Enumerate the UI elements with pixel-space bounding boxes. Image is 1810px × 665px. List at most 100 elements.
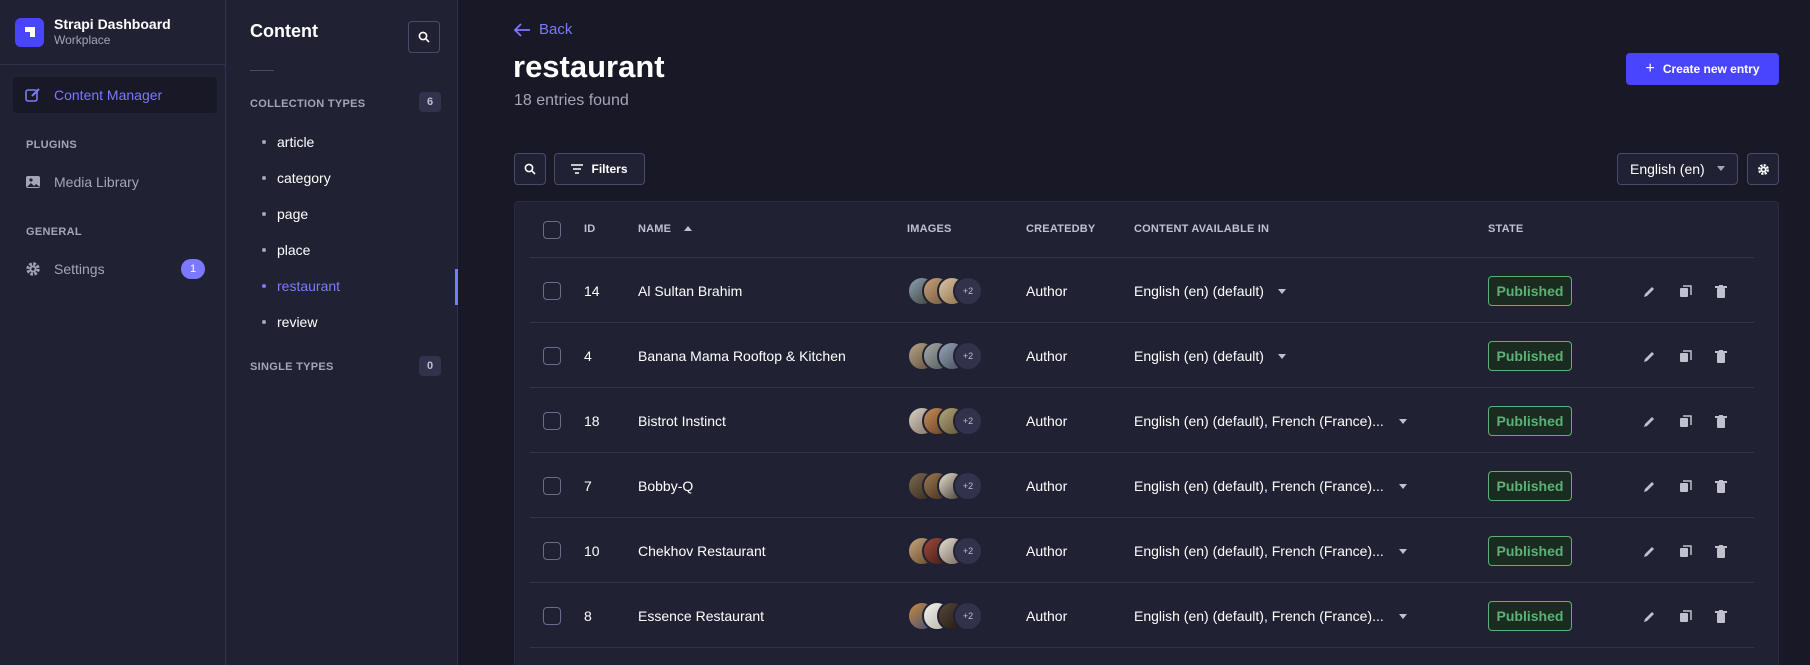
filter-icon bbox=[571, 164, 584, 174]
row-checkbox[interactable] bbox=[543, 542, 561, 560]
row-checkbox[interactable] bbox=[543, 347, 561, 365]
back-link[interactable]: Back bbox=[513, 21, 572, 38]
gear-icon bbox=[25, 261, 41, 277]
header-state[interactable]: STATE bbox=[1488, 223, 1523, 235]
cell-id: 4 bbox=[584, 348, 592, 364]
subnav-item-place[interactable]: place bbox=[262, 242, 310, 258]
subnav-item-page[interactable]: page bbox=[262, 206, 308, 222]
row-divider bbox=[530, 387, 1754, 388]
search-icon bbox=[418, 31, 430, 43]
subnav-item-review[interactable]: review bbox=[262, 314, 317, 330]
image-icon bbox=[25, 174, 41, 190]
strapi-logo-icon bbox=[15, 17, 44, 47]
cell-name: Al Sultan Brahim bbox=[638, 283, 743, 299]
subnav-item-restaurant[interactable]: restaurant bbox=[262, 278, 340, 294]
page-title: restaurant bbox=[513, 49, 665, 84]
cell-id: 10 bbox=[584, 543, 600, 559]
subnav-item-label: place bbox=[277, 242, 311, 258]
edit-icon[interactable] bbox=[1641, 478, 1657, 494]
duplicate-icon[interactable] bbox=[1677, 348, 1693, 364]
row-checkbox[interactable] bbox=[543, 282, 561, 300]
cell-images: +2 bbox=[907, 406, 983, 436]
filters-button[interactable]: Filters bbox=[554, 153, 645, 185]
chevron-down-icon[interactable] bbox=[1278, 354, 1286, 359]
header-id[interactable]: ID bbox=[584, 223, 595, 235]
row-divider bbox=[530, 452, 1754, 453]
status-badge: Published bbox=[1488, 471, 1572, 501]
trash-icon[interactable] bbox=[1713, 283, 1729, 299]
nav-settings-label: Settings bbox=[54, 261, 105, 277]
cell-locales: English (en) (default), French (France).… bbox=[1134, 543, 1384, 559]
trash-icon[interactable] bbox=[1713, 348, 1729, 364]
create-new-entry-label: Create new entry bbox=[1662, 62, 1760, 76]
cell-id: 7 bbox=[584, 478, 592, 494]
header-createdby[interactable]: CREATEDBY bbox=[1026, 223, 1095, 235]
subnav-search-button[interactable] bbox=[408, 21, 440, 53]
locale-select[interactable]: English (en) bbox=[1617, 153, 1738, 185]
cell-createdby: Author bbox=[1026, 283, 1068, 299]
cell-images: +2 bbox=[907, 601, 983, 631]
subnav-item-label: page bbox=[277, 206, 309, 222]
more-images-badge: +2 bbox=[953, 276, 983, 306]
subnav-item-category[interactable]: category bbox=[262, 170, 331, 186]
row-checkbox[interactable] bbox=[543, 607, 561, 625]
trash-icon[interactable] bbox=[1713, 413, 1729, 429]
row-divider bbox=[530, 582, 1754, 583]
trash-icon[interactable] bbox=[1713, 478, 1729, 494]
duplicate-icon[interactable] bbox=[1677, 608, 1693, 624]
bullet bbox=[262, 248, 266, 252]
main-navigation: Strapi Dashboard Workplace Content Manag… bbox=[0, 0, 226, 665]
more-images-badge: +2 bbox=[953, 406, 983, 436]
bullet bbox=[262, 320, 266, 324]
trash-icon[interactable] bbox=[1713, 543, 1729, 559]
nav-settings[interactable]: Settings 1 bbox=[13, 251, 217, 287]
entries-table bbox=[514, 201, 1779, 665]
edit-icon[interactable] bbox=[1641, 413, 1657, 429]
chevron-down-icon[interactable] bbox=[1399, 484, 1407, 489]
trash-icon[interactable] bbox=[1713, 608, 1729, 624]
chevron-down-icon[interactable] bbox=[1278, 289, 1286, 294]
edit-icon[interactable] bbox=[1641, 543, 1657, 559]
header-name[interactable]: NAME bbox=[638, 223, 693, 235]
collection-types-label: COLLECTION TYPES bbox=[250, 98, 366, 110]
subnav-item-label: category bbox=[277, 170, 331, 186]
nav-media-library[interactable]: Media Library bbox=[13, 164, 217, 200]
header-content-available: CONTENT AVAILABLE IN bbox=[1134, 223, 1270, 235]
row-divider bbox=[530, 517, 1754, 518]
filters-label: Filters bbox=[591, 162, 628, 176]
header-name-label: NAME bbox=[638, 223, 672, 235]
cell-createdby: Author bbox=[1026, 478, 1068, 494]
settings-badge: 1 bbox=[181, 259, 205, 279]
row-checkbox[interactable] bbox=[543, 477, 561, 495]
table-settings-button[interactable] bbox=[1747, 153, 1779, 185]
duplicate-icon[interactable] bbox=[1677, 283, 1693, 299]
edit-icon[interactable] bbox=[1641, 608, 1657, 624]
cell-createdby: Author bbox=[1026, 413, 1068, 429]
subnav-item-article[interactable]: article bbox=[262, 134, 314, 150]
edit-icon[interactable] bbox=[1641, 283, 1657, 299]
row-checkbox[interactable] bbox=[543, 412, 561, 430]
collection-types-count: 6 bbox=[419, 92, 441, 112]
plugins-section-label: PLUGINS bbox=[26, 139, 77, 151]
create-new-entry-button[interactable]: + Create new entry bbox=[1626, 53, 1779, 85]
chevron-down-icon[interactable] bbox=[1399, 549, 1407, 554]
select-all-checkbox[interactable] bbox=[543, 221, 561, 239]
cell-createdby: Author bbox=[1026, 348, 1068, 364]
brand-subtitle: Workplace bbox=[54, 33, 111, 47]
more-images-badge: +2 bbox=[953, 471, 983, 501]
cell-createdby: Author bbox=[1026, 608, 1068, 624]
cell-locales: English (en) (default), French (France).… bbox=[1134, 608, 1384, 624]
search-button[interactable] bbox=[514, 153, 546, 185]
chevron-down-icon[interactable] bbox=[1399, 419, 1407, 424]
chevron-down-icon[interactable] bbox=[1399, 614, 1407, 619]
duplicate-icon[interactable] bbox=[1677, 478, 1693, 494]
duplicate-icon[interactable] bbox=[1677, 413, 1693, 429]
locale-value: English (en) bbox=[1630, 161, 1705, 177]
status-badge: Published bbox=[1488, 536, 1572, 566]
feather-icon bbox=[25, 87, 41, 103]
edit-icon[interactable] bbox=[1641, 348, 1657, 364]
subnav-item-label: restaurant bbox=[277, 278, 341, 294]
duplicate-icon[interactable] bbox=[1677, 543, 1693, 559]
nav-content-manager[interactable]: Content Manager bbox=[13, 77, 217, 113]
cell-images: +2 bbox=[907, 276, 983, 306]
